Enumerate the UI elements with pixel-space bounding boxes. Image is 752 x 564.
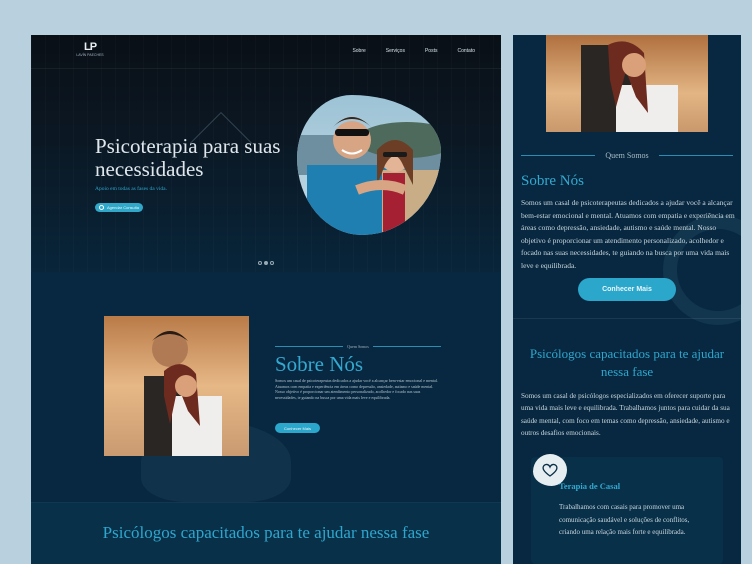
logo-mark: LP <box>83 41 97 53</box>
couple-therapy-title: Terapia de Casal <box>559 481 621 491</box>
about-title: Sobre Nós <box>275 352 364 376</box>
services-title: Psicólogos capacitados para te ajudar ne… <box>102 523 430 542</box>
eyebrow-line-left <box>275 345 344 347</box>
mobile-learn-more-button[interactable]: Conhecer Mais <box>578 278 676 301</box>
mobile-about-eyebrow: Quem Somos <box>521 150 733 160</box>
mobile-about-text: Somos um casal de psicoterapeutas dedica… <box>521 198 735 270</box>
nav-divider <box>31 68 501 69</box>
nav-item-servicos[interactable]: Serviços <box>386 48 405 54</box>
nav-item-posts[interactable]: Posts <box>425 48 438 54</box>
mobile-about-eyebrow-label: Quem Somos <box>605 150 649 160</box>
about-couple-photo <box>104 316 249 456</box>
about-eyebrow: Quem Somos <box>275 342 442 350</box>
hero-subtitle: Apoio em todas as fases da vida. <box>95 186 167 192</box>
eyebrow-line-right <box>372 345 442 347</box>
mobile-about-photo <box>546 35 708 132</box>
hero-section: LP LAVÍN PAECHES Sobre Serviços Posts Co… <box>31 35 501 272</box>
services-section: Psicólogos capacitados para te ajudar ne… <box>31 502 501 564</box>
schedule-button-label: Agendar Consulta <box>106 205 140 210</box>
mobile-mockup: Quem Somos Sobre Nós Somos um casal de p… <box>513 35 741 564</box>
nav-item-contato[interactable]: Contato <box>457 48 475 54</box>
mobile-services-text: Somos um casal de psicólogos especializa… <box>521 392 730 438</box>
mobile-about-title: Sobre Nós <box>521 173 584 189</box>
schedule-button[interactable]: Agendar Consulta <box>95 203 143 212</box>
carousel-dot-3[interactable] <box>270 261 274 265</box>
hero-title: Psicoterapia para suas necessidades <box>95 134 281 181</box>
logo[interactable]: LP LAVÍN PAECHES <box>75 41 105 63</box>
main-nav: Sobre Serviços Posts Contato <box>352 48 475 54</box>
mobile-services-title: Psicólogos capacitados para te ajudar ne… <box>529 346 725 379</box>
couple-therapy-text: Trabalhamos com casais para promover uma… <box>559 503 690 537</box>
about-section: Quem Somos Sobre Nós Somos um casal de p… <box>31 272 501 502</box>
carousel-dot-1[interactable] <box>258 261 262 265</box>
nav-item-sobre[interactable]: Sobre <box>352 48 365 54</box>
about-text: Somos um casal de psicoterapeutas dedica… <box>275 378 438 400</box>
logo-text: LAVÍN PAECHES <box>76 53 104 57</box>
mobile-eyebrow-line-right <box>658 154 733 156</box>
mobile-eyebrow-line-left <box>521 154 596 156</box>
desktop-mockup: LP LAVÍN PAECHES Sobre Serviços Posts Co… <box>31 35 501 564</box>
about-eyebrow-label: Quem Somos <box>347 343 369 349</box>
carousel-dots <box>258 261 274 265</box>
learn-more-button[interactable]: Conhecer Mais <box>275 423 320 433</box>
carousel-dot-2[interactable] <box>264 261 268 265</box>
whatsapp-icon <box>98 205 104 210</box>
mobile-section-divider <box>513 318 741 319</box>
